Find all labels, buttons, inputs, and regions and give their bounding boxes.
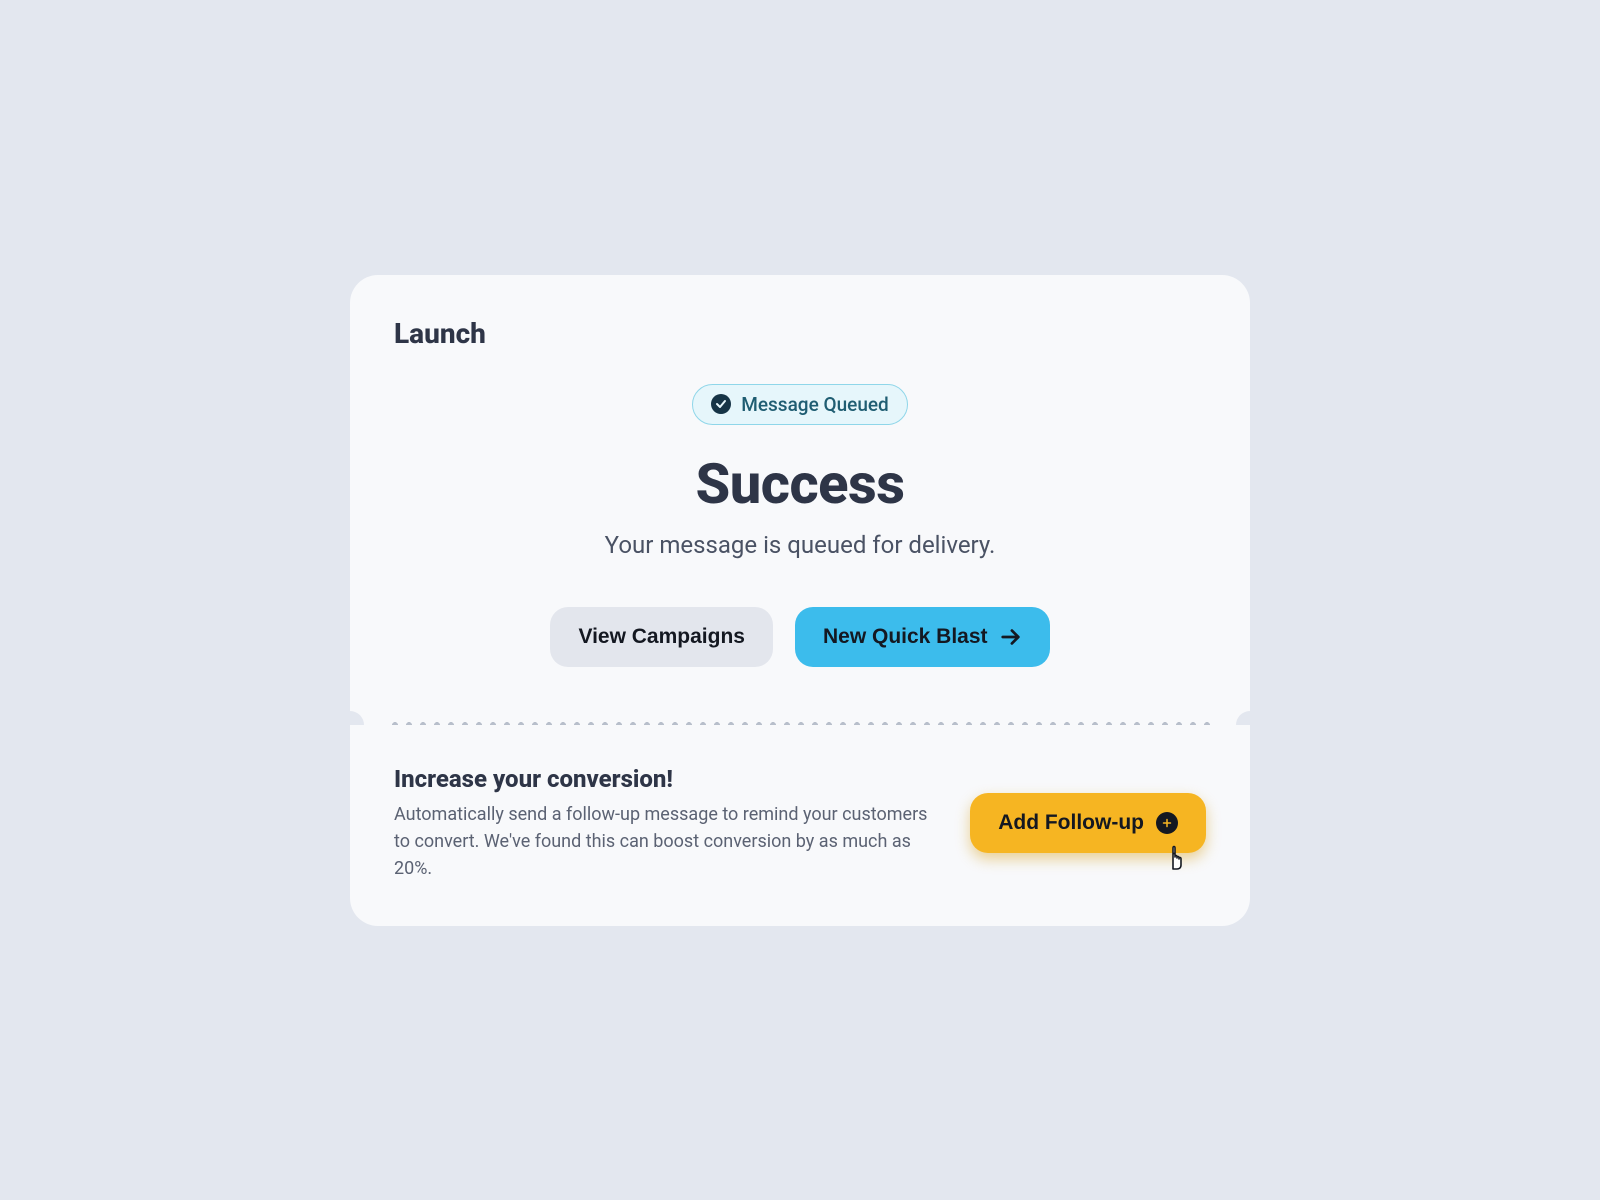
plus-circle-icon bbox=[1156, 812, 1178, 834]
card-top-panel: Launch Message Queued Success Your messa… bbox=[350, 275, 1250, 725]
launch-card: Launch Message Queued Success Your messa… bbox=[350, 275, 1250, 926]
pointer-cursor-icon bbox=[1164, 843, 1188, 871]
status-badge-label: Message Queued bbox=[741, 393, 889, 416]
new-quick-blast-button[interactable]: New Quick Blast bbox=[795, 607, 1050, 667]
status-badge: Message Queued bbox=[692, 384, 908, 425]
page-title: Launch bbox=[394, 317, 1206, 350]
promo-body: Automatically send a follow-up message t… bbox=[394, 801, 934, 882]
add-follow-up-label: Add Follow-up bbox=[998, 811, 1144, 835]
view-campaigns-button[interactable]: View Campaigns bbox=[550, 607, 773, 667]
success-stack: Message Queued Success Your message is q… bbox=[394, 384, 1206, 667]
success-subtext: Your message is queued for delivery. bbox=[605, 531, 996, 559]
promo-text-block: Increase your conversion! Automatically … bbox=[394, 765, 946, 882]
view-campaigns-label: View Campaigns bbox=[578, 625, 745, 649]
new-quick-blast-label: New Quick Blast bbox=[823, 625, 988, 649]
action-row: View Campaigns New Quick Blast bbox=[550, 607, 1049, 667]
success-heading: Success bbox=[696, 451, 905, 517]
arrow-right-icon bbox=[1000, 626, 1022, 648]
check-circle-icon bbox=[711, 394, 731, 414]
add-follow-up-button[interactable]: Add Follow-up bbox=[970, 793, 1206, 853]
card-bottom-panel: Increase your conversion! Automatically … bbox=[350, 725, 1250, 926]
promo-title: Increase your conversion! bbox=[394, 765, 946, 793]
